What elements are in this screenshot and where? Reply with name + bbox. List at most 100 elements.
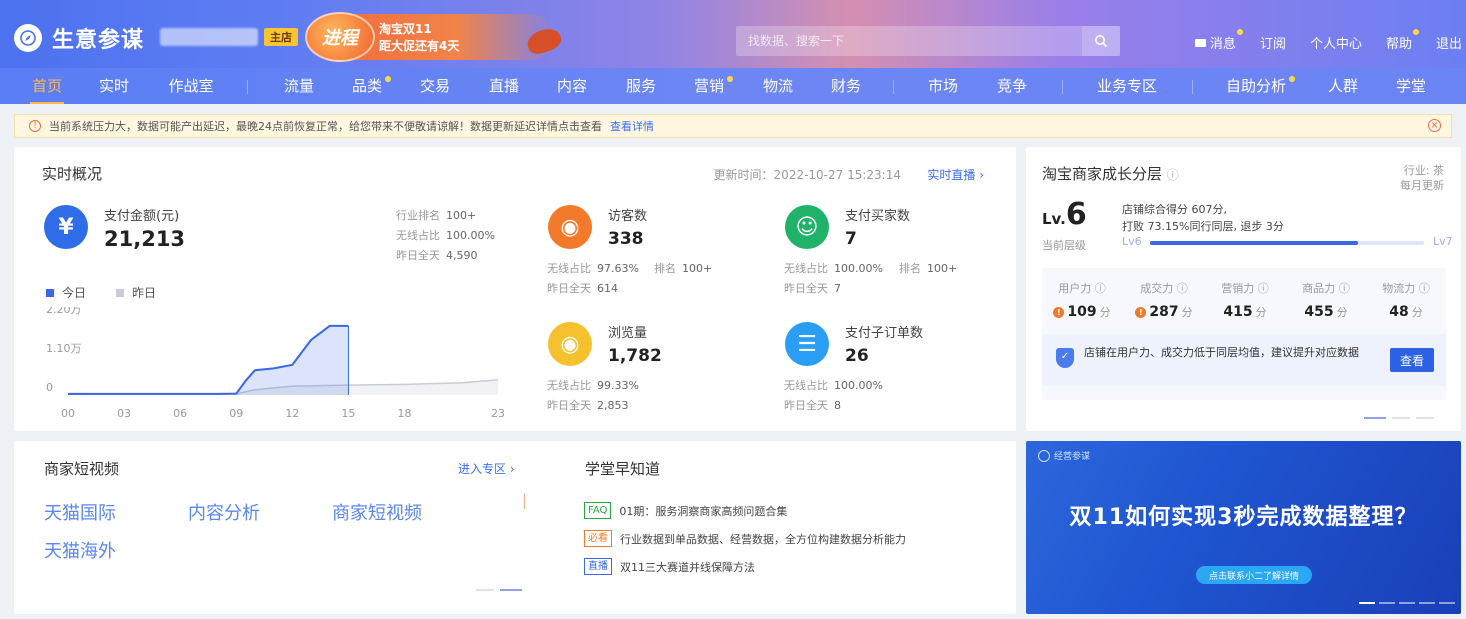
growth-pager <box>1358 417 1434 419</box>
search-button[interactable] <box>1082 26 1120 56</box>
power-deal: 成交力 ⓘ ! 287 分 <box>1124 280 1204 320</box>
search-input[interactable] <box>736 26 1082 56</box>
nav-school[interactable]: 学堂 <box>1394 68 1428 104</box>
nav-marketing[interactable]: 营销 <box>692 68 733 104</box>
pageviews-wireless: 无线占比 99.33% <box>547 379 639 392</box>
logout-link[interactable]: 退出 <box>1436 33 1462 52</box>
chart-legend: 今日 昨日 <box>46 284 156 301</box>
growth-industry: 行业: 茶每月更新 <box>1400 164 1444 192</box>
search-icon <box>1095 35 1108 48</box>
growth-advice: ✓ 店铺在用户力、成交力低于同层均值，建议提升对应数据 查看 <box>1042 334 1446 386</box>
nav-traffic[interactable]: 流量 <box>282 68 316 104</box>
nav-self-analysis[interactable]: 自助分析 <box>1224 68 1295 104</box>
power-logistics: 物流力 ⓘ 48 分 <box>1382 282 1430 320</box>
nav-content[interactable]: 内容 <box>555 68 589 104</box>
main-shop-badge: 主店 <box>264 28 298 46</box>
pay-yesterday: 昨日全天 4,590 <box>396 249 478 262</box>
nav-competition[interactable]: 竞争 <box>995 68 1029 104</box>
power-marketing: 营销力 ⓘ 415 分 <box>1221 282 1269 320</box>
legend-yesterday-swatch <box>116 288 125 297</box>
nav-warroom[interactable]: 作战室 <box>165 68 217 104</box>
nav-service[interactable]: 服务 <box>624 68 658 104</box>
school-item[interactable]: 必看 行业数据到单品数据、经营数据，全方位构建数据分析能力 <box>584 530 906 547</box>
nav-divider <box>893 80 894 94</box>
pay-trend-chart: 2.20万1.10万000 03 06 09 12 15 18 23 <box>46 307 505 420</box>
faq-tag: FAQ <box>584 502 612 519</box>
video-link-content-analysis[interactable]: 内容分析 <box>188 499 260 525</box>
double11-promo[interactable]: 进程 淘宝双11 距大促还有4天 <box>305 12 570 62</box>
warning-icon: ! <box>1053 306 1065 318</box>
nav-live[interactable]: 直播 <box>487 68 521 104</box>
nav-business-zone[interactable]: 业务专区 <box>1093 68 1161 104</box>
view-advice-button[interactable]: 查看 <box>1390 348 1434 372</box>
pageviews-yesterday: 昨日全天 2,853 <box>547 399 629 412</box>
banner-pager <box>1355 602 1455 604</box>
current-level: Lv.6 <box>1042 197 1087 232</box>
x-tick-label: 06 <box>173 407 187 420</box>
footprint-icon: ◉ <box>548 205 592 249</box>
y-tick-label: 1.10万 <box>46 342 82 355</box>
x-tick-label: 00 <box>61 407 75 420</box>
message-dot <box>1236 29 1243 35</box>
nav-market[interactable]: 市场 <box>926 68 960 104</box>
nav-logistics[interactable]: 物流 <box>761 68 795 104</box>
subscribe-link[interactable]: 订阅 <box>1260 33 1286 52</box>
y-tick-label: 2.20万 <box>46 307 82 316</box>
power-product: 商品力 ⓘ 455 分 <box>1302 282 1350 320</box>
nav-crowd[interactable]: 人群 <box>1326 68 1360 104</box>
promo-badge: 进程 <box>305 12 375 62</box>
pageviews-label: 浏览量 <box>608 326 648 341</box>
nav-realtime[interactable]: 实时 <box>97 68 131 104</box>
video-pager <box>470 589 522 591</box>
enter-zone-link[interactable]: 进入专区 › <box>458 460 515 477</box>
buyers-wireless: 无线占比 100.00% <box>784 262 883 275</box>
notice-detail-link[interactable]: 查看详情 <box>610 118 654 134</box>
help-icon: ⓘ <box>1166 168 1179 182</box>
personal-center-link[interactable]: 个人中心 <box>1310 33 1362 52</box>
nav-category[interactable]: 品类 <box>350 68 391 104</box>
nav-divider <box>1192 80 1193 94</box>
suborders-wireless: 无线占比 100.00% <box>784 379 883 392</box>
school-title: 学堂早知道 <box>585 460 661 478</box>
vertical-divider <box>524 493 525 509</box>
short-video-title: 商家短视频 <box>44 460 120 478</box>
nav-divider <box>1062 80 1063 94</box>
promo-banner[interactable]: 经营参谋 双11如何实现3秒完成数据整理？ 点击联系小二了解详情 <box>1026 441 1461 614</box>
nav-home[interactable]: 首页 <box>30 68 64 104</box>
realtime-live-link[interactable]: 实时直播 › <box>927 166 984 183</box>
video-link-tmall-intl[interactable]: 天猫国际 <box>44 499 116 525</box>
level-description: 店铺综合得分 607分, 打败 73.15%同行同层, 退步 3分 <box>1122 203 1284 233</box>
school-item[interactable]: FAQ 01期：服务洞察商家高频问题合集 <box>584 502 787 519</box>
banner-contact-button[interactable]: 点击联系小二了解详情 <box>1196 566 1312 584</box>
app-logo[interactable]: 生意参谋 <box>14 22 144 54</box>
legend-yesterday[interactable]: 昨日 <box>132 284 156 301</box>
growth-tier-card: 淘宝商家成长分层 ⓘ 行业: 茶每月更新 Lv.6 当前层级 店铺综合得分 60… <box>1026 147 1461 431</box>
help-link[interactable]: 帮助 <box>1386 29 1419 52</box>
promo-title: 淘宝双11 <box>379 22 432 36</box>
mail-icon <box>1194 38 1206 47</box>
close-icon[interactable]: × <box>1428 119 1441 132</box>
info-icon: ! <box>29 120 41 132</box>
realtime-title: 实时概况 <box>42 165 103 183</box>
video-link-merchant-video[interactable]: 商家短视频 <box>332 499 422 525</box>
level-from: Lv6 <box>1122 235 1142 248</box>
realtime-overview-card: 实时概况 更新时间：2022-10-27 15:23:14 实时直播 › ¥ 支… <box>14 147 1016 431</box>
app-name: 生意参谋 <box>52 28 145 53</box>
school-item[interactable]: 直播 双11三大赛道并线保障方法 <box>584 558 755 575</box>
nav-trade[interactable]: 交易 <box>418 68 452 104</box>
pay-amount-value: 21,213 <box>104 227 186 251</box>
legend-today[interactable]: 今日 <box>62 284 86 301</box>
buyers-value: 7 <box>845 229 857 249</box>
nav-finance[interactable]: 财务 <box>829 68 863 104</box>
power-user: 用户力 ⓘ ! 109 分 <box>1042 280 1122 320</box>
message-link[interactable]: 消息 <box>1194 29 1243 52</box>
shield-icon: ✓ <box>1056 348 1074 368</box>
banner-logo: 经营参谋 <box>1038 449 1090 462</box>
advice-text: 店铺在用户力、成交力低于同层均值，建议提升对应数据 <box>1084 346 1359 359</box>
video-link-tmall-overseas[interactable]: 天猫海外 <box>44 537 116 563</box>
x-tick-label: 03 <box>117 407 131 420</box>
search-box <box>736 26 1120 56</box>
eye-icon: ◉ <box>548 322 592 366</box>
buyers-yesterday: 昨日全天 7 <box>784 282 841 295</box>
main-nav: 首页 实时 作战室 流量 品类 交易 直播 内容 服务 营销 物流 财务 市场 … <box>0 68 1466 104</box>
